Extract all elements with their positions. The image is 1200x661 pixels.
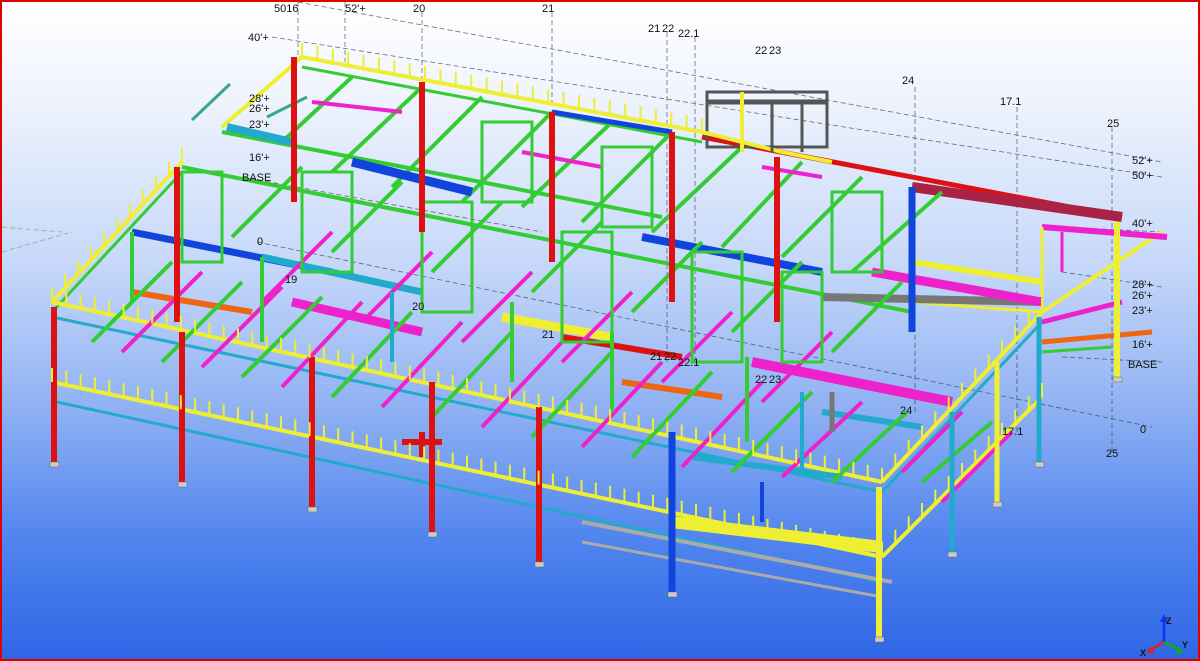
level-label: BASE bbox=[1128, 359, 1157, 371]
level-label: 52'+ bbox=[1132, 155, 1153, 167]
grid-label: 21 bbox=[542, 3, 554, 15]
grid-label: 5016 bbox=[274, 3, 298, 15]
grid-label: 52'+ bbox=[345, 3, 366, 15]
grid-label: 24 bbox=[902, 75, 914, 87]
grid-label: 22 bbox=[755, 374, 767, 386]
grid-label: 25 bbox=[1106, 448, 1118, 460]
grid-label: 20 bbox=[412, 301, 424, 313]
level-label: 40'+ bbox=[248, 32, 269, 44]
grid-label: 22.1 bbox=[678, 28, 699, 40]
grid-label: 24 bbox=[900, 405, 912, 417]
grid-label: 23 bbox=[769, 374, 781, 386]
level-label: 26'+ bbox=[1132, 290, 1153, 302]
model-viewport[interactable]: 5016 52'+ 20 21 21 22 22.1 22 23 24 17.1… bbox=[0, 0, 1200, 661]
grid-label: 21 bbox=[650, 351, 662, 363]
grid-label: 22 bbox=[755, 45, 767, 57]
level-label: 0 bbox=[257, 236, 263, 248]
level-label: 26'+ bbox=[249, 103, 270, 115]
columns bbox=[51, 57, 1120, 637]
grid-label: 23 bbox=[769, 45, 781, 57]
axis-label-x: X bbox=[1140, 648, 1146, 658]
axis-label-z: Z bbox=[1166, 616, 1172, 626]
grid-label: 22 bbox=[662, 23, 674, 35]
level-label: 50'+ bbox=[1132, 170, 1153, 182]
grid-label: 22 bbox=[664, 351, 676, 363]
level-label: 23'+ bbox=[1132, 305, 1153, 317]
grid-label: 21 bbox=[542, 329, 554, 341]
level-label: 16'+ bbox=[1132, 339, 1153, 351]
structural-model-3d: 5016 52'+ 20 21 21 22 22.1 22 23 24 17.1… bbox=[2, 2, 1188, 658]
grid-label: 25 bbox=[1107, 118, 1119, 130]
grid-label: 22.1 bbox=[678, 357, 699, 369]
level-label: 40'+ bbox=[1132, 218, 1153, 230]
axis-label-y: Y bbox=[1182, 640, 1188, 650]
level-label: BASE bbox=[242, 172, 271, 184]
axis-triad-icon[interactable]: Z X Y bbox=[1140, 614, 1188, 658]
grid-label: 17.1 bbox=[1000, 96, 1021, 108]
level-label: 16'+ bbox=[249, 152, 270, 164]
level-label: 0 bbox=[1140, 424, 1146, 436]
grid-label: 19 bbox=[285, 274, 297, 286]
level-label: 23'+ bbox=[249, 119, 270, 131]
grid-label: 20 bbox=[413, 3, 425, 15]
grid-label: 17.1 bbox=[1002, 426, 1023, 438]
grid-label: 21 bbox=[648, 23, 660, 35]
